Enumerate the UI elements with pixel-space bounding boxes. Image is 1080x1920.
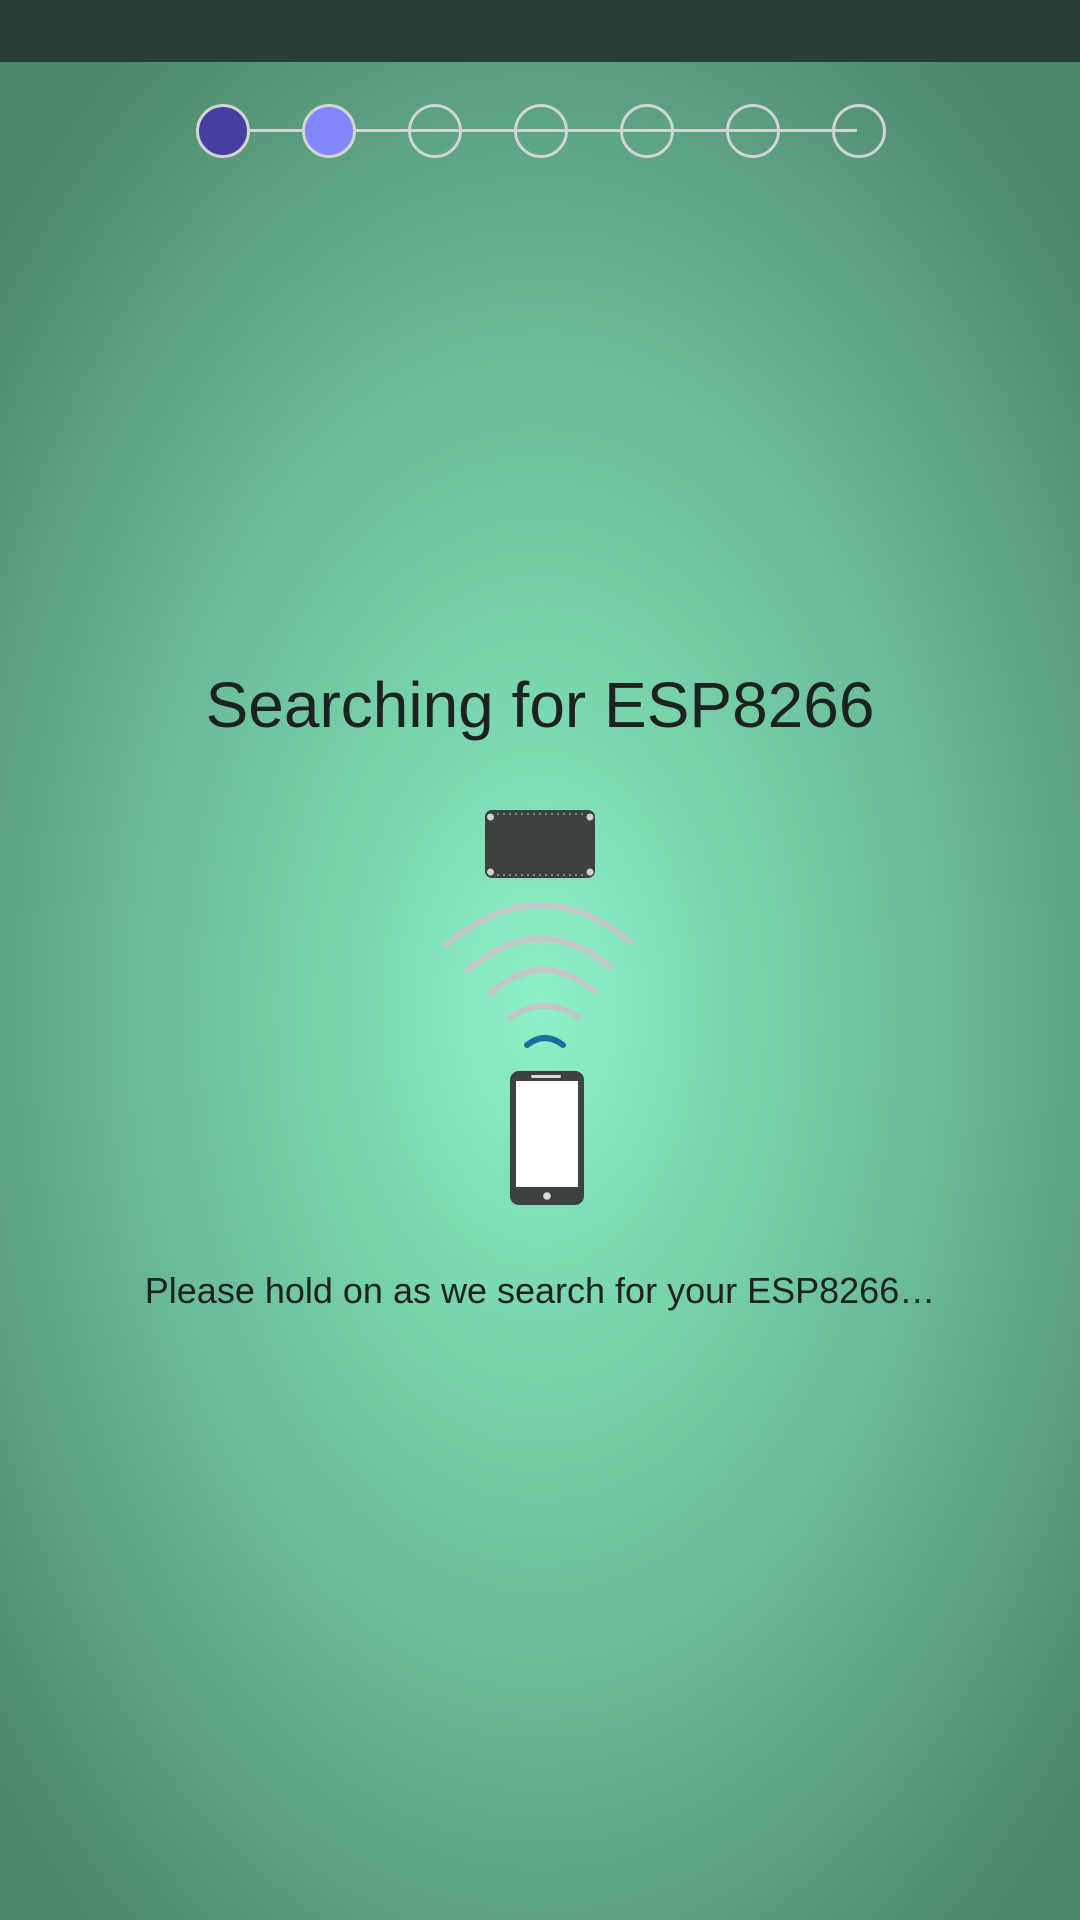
step-4-indicator: [514, 104, 568, 158]
step-7-indicator: [832, 104, 886, 158]
progress-stepper: [0, 104, 1080, 158]
wifi-signal-icon: [443, 902, 633, 1048]
step-5-indicator: [620, 104, 674, 158]
smartphone-icon: [510, 1071, 584, 1205]
step-3-indicator: [408, 104, 462, 158]
page-title: Searching for ESP8266: [205, 669, 875, 741]
search-illustration: [430, 805, 650, 1210]
step-6-indicator: [726, 104, 780, 158]
step-2-indicator: [302, 104, 356, 158]
search-status-message: Please hold on as we search for your ESP…: [144, 1270, 936, 1311]
esp8266-board-icon: [485, 810, 595, 878]
status-bar: [0, 0, 1080, 62]
step-1-indicator: [196, 104, 250, 158]
